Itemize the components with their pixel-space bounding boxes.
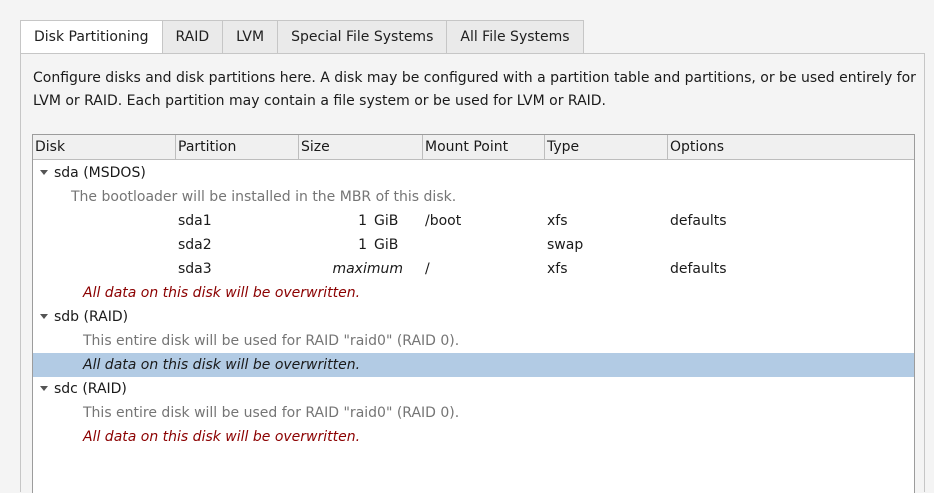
partition-type: xfs (547, 261, 568, 277)
tab-lvm[interactable]: LVM (223, 20, 279, 54)
partition-options: defaults (670, 261, 727, 277)
partition-mount-point: / (425, 261, 430, 277)
partition-type: xfs (547, 213, 568, 229)
partition-type: swap (547, 237, 584, 253)
column-header-mount-point[interactable]: Mount Point (423, 135, 545, 159)
partition-mount-point: /boot (425, 213, 462, 229)
tab-special-file-systems[interactable]: Special File Systems (278, 20, 448, 54)
description-text: Configure disks and disk partitions here… (33, 70, 916, 109)
table-row-sdc[interactable]: sdc (RAID) (33, 377, 914, 401)
column-header-partition[interactable]: Partition (176, 135, 299, 159)
partition-name: sda3 (178, 261, 212, 277)
table-row-sda1[interactable]: sda1 1 GiB /boot xfs defaults (33, 209, 914, 233)
disk-label: sdc (RAID) (54, 381, 127, 397)
overwrite-warning: All data on this disk will be overwritte… (83, 357, 361, 373)
raid-note: This entire disk will be used for RAID "… (83, 333, 460, 349)
partition-size-value: maximum (332, 261, 403, 277)
column-header-type[interactable]: Type (545, 135, 668, 159)
table-row-warning[interactable]: All data on this disk will be overwritte… (33, 425, 914, 449)
partition-options: defaults (670, 213, 727, 229)
overwrite-warning: All data on this disk will be overwritte… (83, 429, 361, 445)
tab-all-file-systems[interactable]: All File Systems (447, 20, 584, 54)
bootloader-note: The bootloader will be installed in the … (71, 189, 457, 205)
partition-name: sda2 (178, 237, 212, 253)
expander-arrow-icon[interactable] (40, 305, 52, 329)
column-header-size[interactable]: Size (299, 135, 423, 159)
column-header-disk[interactable]: Disk (33, 135, 176, 159)
tab-disk-partitioning[interactable]: Disk Partitioning (20, 20, 163, 54)
overwrite-warning: All data on this disk will be overwritte… (83, 285, 361, 301)
table-row-sdb[interactable]: sdb (RAID) (33, 305, 914, 329)
disk-label: sdb (RAID) (54, 309, 129, 325)
disk-label: sda (MSDOS) (54, 165, 146, 181)
partition-tree-table[interactable]: Disk Partition Size Mount Point Type Opt… (32, 134, 915, 493)
table-row-sda[interactable]: sda (MSDOS) (33, 161, 914, 185)
expander-arrow-icon[interactable] (40, 161, 52, 185)
disk-partitioning-panel: Configure disks and disk partitions here… (20, 53, 925, 493)
raid-note: This entire disk will be used for RAID "… (83, 405, 460, 421)
partition-size-unit: GiB (374, 237, 399, 253)
table-row-warning[interactable]: All data on this disk will be overwritte… (33, 281, 914, 305)
table-row-sda3[interactable]: sda3 maximum / xfs defaults (33, 257, 914, 281)
partition-size-value: 1 (358, 213, 367, 229)
tab-raid[interactable]: RAID (162, 20, 224, 54)
table-row-note[interactable]: This entire disk will be used for RAID "… (33, 329, 914, 353)
table-row-note[interactable]: The bootloader will be installed in the … (33, 185, 914, 209)
partition-name: sda1 (178, 213, 212, 229)
table-row-warning-selected[interactable]: All data on this disk will be overwritte… (33, 353, 914, 377)
column-header-options[interactable]: Options (668, 135, 914, 159)
table-row-sda2[interactable]: sda2 1 GiB swap (33, 233, 914, 257)
table-row-note[interactable]: This entire disk will be used for RAID "… (33, 401, 914, 425)
partition-size-unit: GiB (374, 213, 399, 229)
partition-size-value: 1 (358, 237, 367, 253)
table-header: Disk Partition Size Mount Point Type Opt… (33, 135, 914, 160)
expander-arrow-icon[interactable] (40, 377, 52, 401)
tab-bar: Disk Partitioning RAID LVM Special File … (20, 20, 584, 54)
